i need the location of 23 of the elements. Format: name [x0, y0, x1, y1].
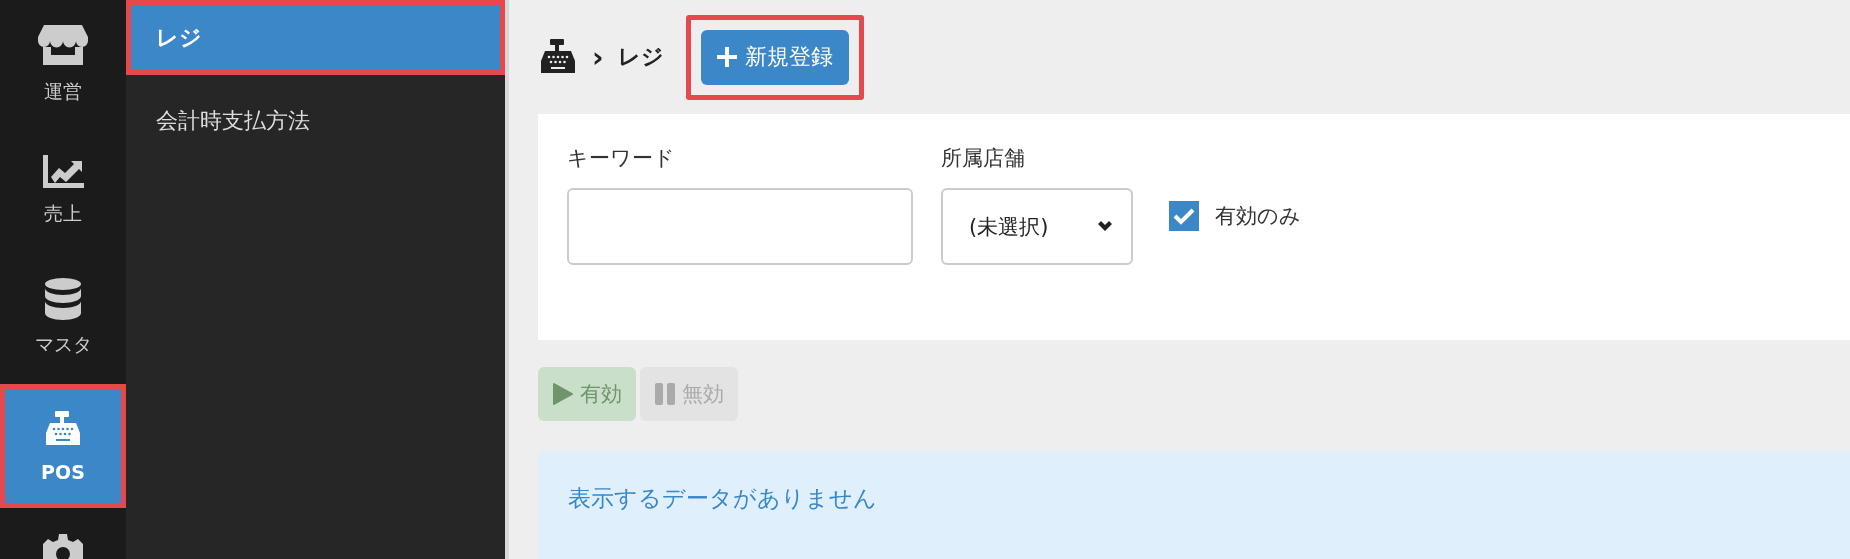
chart-icon — [42, 154, 84, 189]
pause-icon — [654, 382, 676, 406]
submenu-item[interactable]: 会計時支払方法 — [126, 83, 505, 158]
empty-message: 表示するデータがありません — [568, 485, 877, 511]
field-label: 所属店舗 — [941, 145, 1026, 172]
plus-icon — [716, 47, 737, 67]
breadcrumb-separator: › — [592, 40, 604, 74]
database-icon — [44, 277, 82, 320]
submenu-item[interactable]: レジ — [126, 0, 505, 75]
field-label: キーワード — [567, 145, 676, 172]
play-icon — [552, 382, 574, 406]
checkbox-label: 有効のみ — [1215, 203, 1301, 230]
store-icon — [38, 22, 88, 67]
new-button[interactable]: 新規登録 — [700, 29, 849, 85]
store-select[interactable]: (未選択) — [941, 188, 1133, 265]
chevron-down-icon — [1097, 220, 1113, 233]
nav-item[interactable]: 売上 — [0, 127, 126, 254]
nav-item[interactable]: POS — [0, 384, 126, 508]
checkbox[interactable] — [1169, 201, 1199, 231]
keyword-field[interactable] — [567, 188, 913, 265]
nav-item[interactable]: マスタ — [0, 254, 126, 381]
nav-item[interactable]: 運営 — [0, 0, 126, 127]
breadcrumb-current: レジ — [617, 43, 664, 71]
